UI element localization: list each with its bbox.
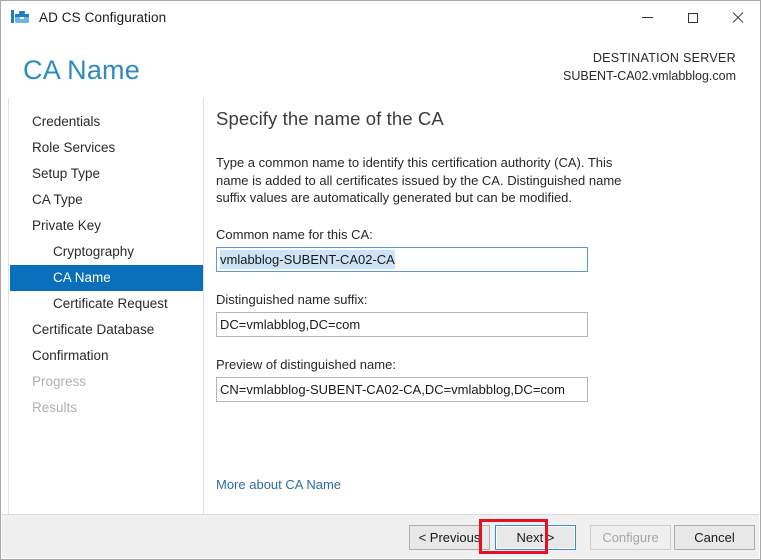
more-about-ca-name-link[interactable]: More about CA Name: [216, 477, 341, 492]
dn-preview-field-group: Preview of distinguished name:: [216, 357, 751, 402]
sidebar-item-setup-type[interactable]: Setup Type: [10, 161, 204, 187]
vertical-divider: [203, 98, 204, 515]
destination-server-label: DESTINATION SERVER: [592, 51, 736, 65]
sidebar-item-progress: Progress: [32, 374, 87, 389]
content-area: Credentials Role Services Setup Type CA …: [2, 98, 759, 515]
destination-server-block: DESTINATION SERVER SUBENT-CA02.vmlabblog…: [563, 49, 736, 85]
minimize-icon[interactable]: [625, 1, 670, 34]
close-icon[interactable]: [715, 1, 760, 34]
destination-server-name: SUBENT-CA02.vmlabblog.com: [563, 69, 736, 83]
dn-suffix-label: Distinguished name suffix:: [216, 291, 368, 307]
common-name-label: Common name for this CA:: [216, 226, 373, 242]
next-button[interactable]: Next >: [495, 525, 576, 550]
sidebar-item-cryptography[interactable]: Cryptography: [10, 239, 204, 265]
sidebar-item-credentials[interactable]: Credentials: [10, 109, 204, 135]
title-bar: AD CS Configuration: [1, 1, 760, 34]
server-manager-icon: [10, 8, 32, 28]
dn-preview-input[interactable]: [216, 376, 588, 402]
sidebar-item-role-services[interactable]: Role Services: [10, 135, 204, 161]
sidebar-item-private-key[interactable]: Private Key: [10, 213, 204, 239]
common-name-input[interactable]: vmlabblog-SUBENT-CA02-CA: [216, 246, 588, 272]
sidebar-item-ca-name[interactable]: CA Name: [10, 265, 204, 291]
configure-button: Configure: [590, 525, 671, 550]
common-name-field-group: Common name for this CA: vmlabblog-SUBEN…: [216, 227, 751, 272]
sidebar-item-certificate-database[interactable]: Certificate Database: [10, 317, 204, 343]
left-rail: [2, 98, 9, 515]
section-heading: Specify the name of the CA: [216, 108, 444, 129]
page-title: CA Name: [23, 55, 140, 85]
page-header: CA Name DESTINATION SERVER SUBENT-CA02.v…: [2, 34, 759, 98]
window-controls: [625, 1, 760, 34]
wizard-footer: < Previous Next > Configure Cancel: [2, 514, 759, 558]
previous-button[interactable]: < Previous: [409, 525, 490, 550]
main-panel: Specify the name of the CA Type a common…: [216, 98, 751, 515]
dn-suffix-input[interactable]: [216, 311, 588, 337]
window-title: AD CS Configuration: [39, 10, 167, 25]
wizard-step-list: Credentials Role Services Setup Type CA …: [10, 109, 204, 421]
sidebar-item-ca-type[interactable]: CA Type: [10, 187, 204, 213]
cancel-button[interactable]: Cancel: [674, 525, 755, 550]
section-description: Type a common name to identify this cert…: [216, 155, 622, 205]
common-name-value: vmlabblog-SUBENT-CA02-CA: [220, 249, 395, 269]
sidebar-item-results: Results: [32, 400, 78, 415]
ad-cs-configuration-window: AD CS Configuration CA Name DESTINATION …: [0, 0, 761, 560]
dn-preview-label: Preview of distinguished name:: [216, 356, 396, 372]
sidebar-item-certificate-request[interactable]: Certificate Request: [10, 291, 204, 317]
maximize-icon[interactable]: [670, 1, 715, 34]
dn-suffix-field-group: Distinguished name suffix:: [216, 292, 751, 337]
sidebar-item-confirmation[interactable]: Confirmation: [10, 343, 204, 369]
